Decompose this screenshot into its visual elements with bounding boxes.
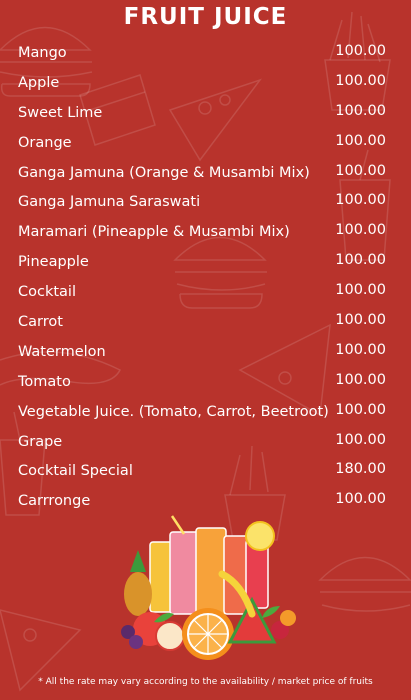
juice-glasses-illustration [121,515,296,660]
item-name: Ganga Jamuna Saraswati [18,194,201,211]
menu-item: Vegetable Juice. (Tomato, Carrot, Beetro… [18,399,386,429]
item-name: Pineapple [18,254,89,271]
menu-item: Orange 100.00 [18,130,386,160]
item-name: Maramari (Pineapple & Musambi Mix) [18,224,290,241]
menu-item: Mango 100.00 [18,40,386,70]
menu-list: Mango 100.00 Apple 100.00 Sweet Lime 100.00… [18,40,386,518]
menu-item: Cocktail Special 180.00 [18,458,386,488]
item-name: Cocktail [18,284,76,301]
item-name: Apple [18,74,60,91]
item-price: 100.00 [335,401,386,418]
menu-item: Sweet Lime 100.00 [18,100,386,130]
item-price: 100.00 [335,341,386,358]
item-name: Vegetable Juice. (Tomato, Carrot, Beetro… [18,403,329,420]
item-name: Grape [18,433,63,450]
item-name: Watermelon [18,343,106,360]
menu-item: Apple 100.00 [18,70,386,100]
price-disclaimer: * All the rate may vary according to the… [38,677,373,687]
item-price: 180.00 [335,461,386,478]
item-name: Carrot [18,314,63,331]
item-price: 100.00 [335,252,386,269]
item-price: 100.00 [335,371,386,388]
item-price: 100.00 [335,162,386,179]
item-name: Sweet Lime [18,104,103,121]
item-price: 100.00 [335,431,386,448]
item-price: 100.00 [335,132,386,149]
item-price: 100.00 [335,72,386,89]
menu-item: Tomato 100.00 [18,369,386,399]
menu-item: Cocktail 100.00 [18,279,386,309]
menu-item: Pineapple 100.00 [18,249,386,279]
menu-item: Ganga Jamuna Saraswati 100.00 [18,189,386,219]
menu-item: Ganga Jamuna (Orange & Musambi Mix) 100.0… [18,160,386,190]
item-price: 100.00 [335,192,386,209]
item-name: Mango [18,45,67,61]
menu-item: Maramari (Pineapple & Musambi Mix) 100.00 [18,219,386,249]
item-price: 100.00 [335,491,386,508]
item-price: 100.00 [335,282,386,299]
item-name: Orange [18,134,72,151]
item-name: Cocktail Special [18,463,133,480]
menu-item: Carrot 100.00 [18,309,386,339]
item-name: Ganga Jamuna (Orange & Musambi Mix) [18,164,310,181]
page-title: FRUIT JUICE [123,4,288,30]
item-price: 100.00 [335,222,386,239]
menu-item: Grape 100.00 [18,429,386,459]
item-price: 100.00 [335,102,386,119]
item-name: Tomato [18,373,71,390]
menu-item: Watermelon 100.00 [18,339,386,369]
item-name: Carrronge [18,493,91,510]
item-price: 100.00 [335,312,386,329]
item-price: 100.00 [335,43,386,59]
